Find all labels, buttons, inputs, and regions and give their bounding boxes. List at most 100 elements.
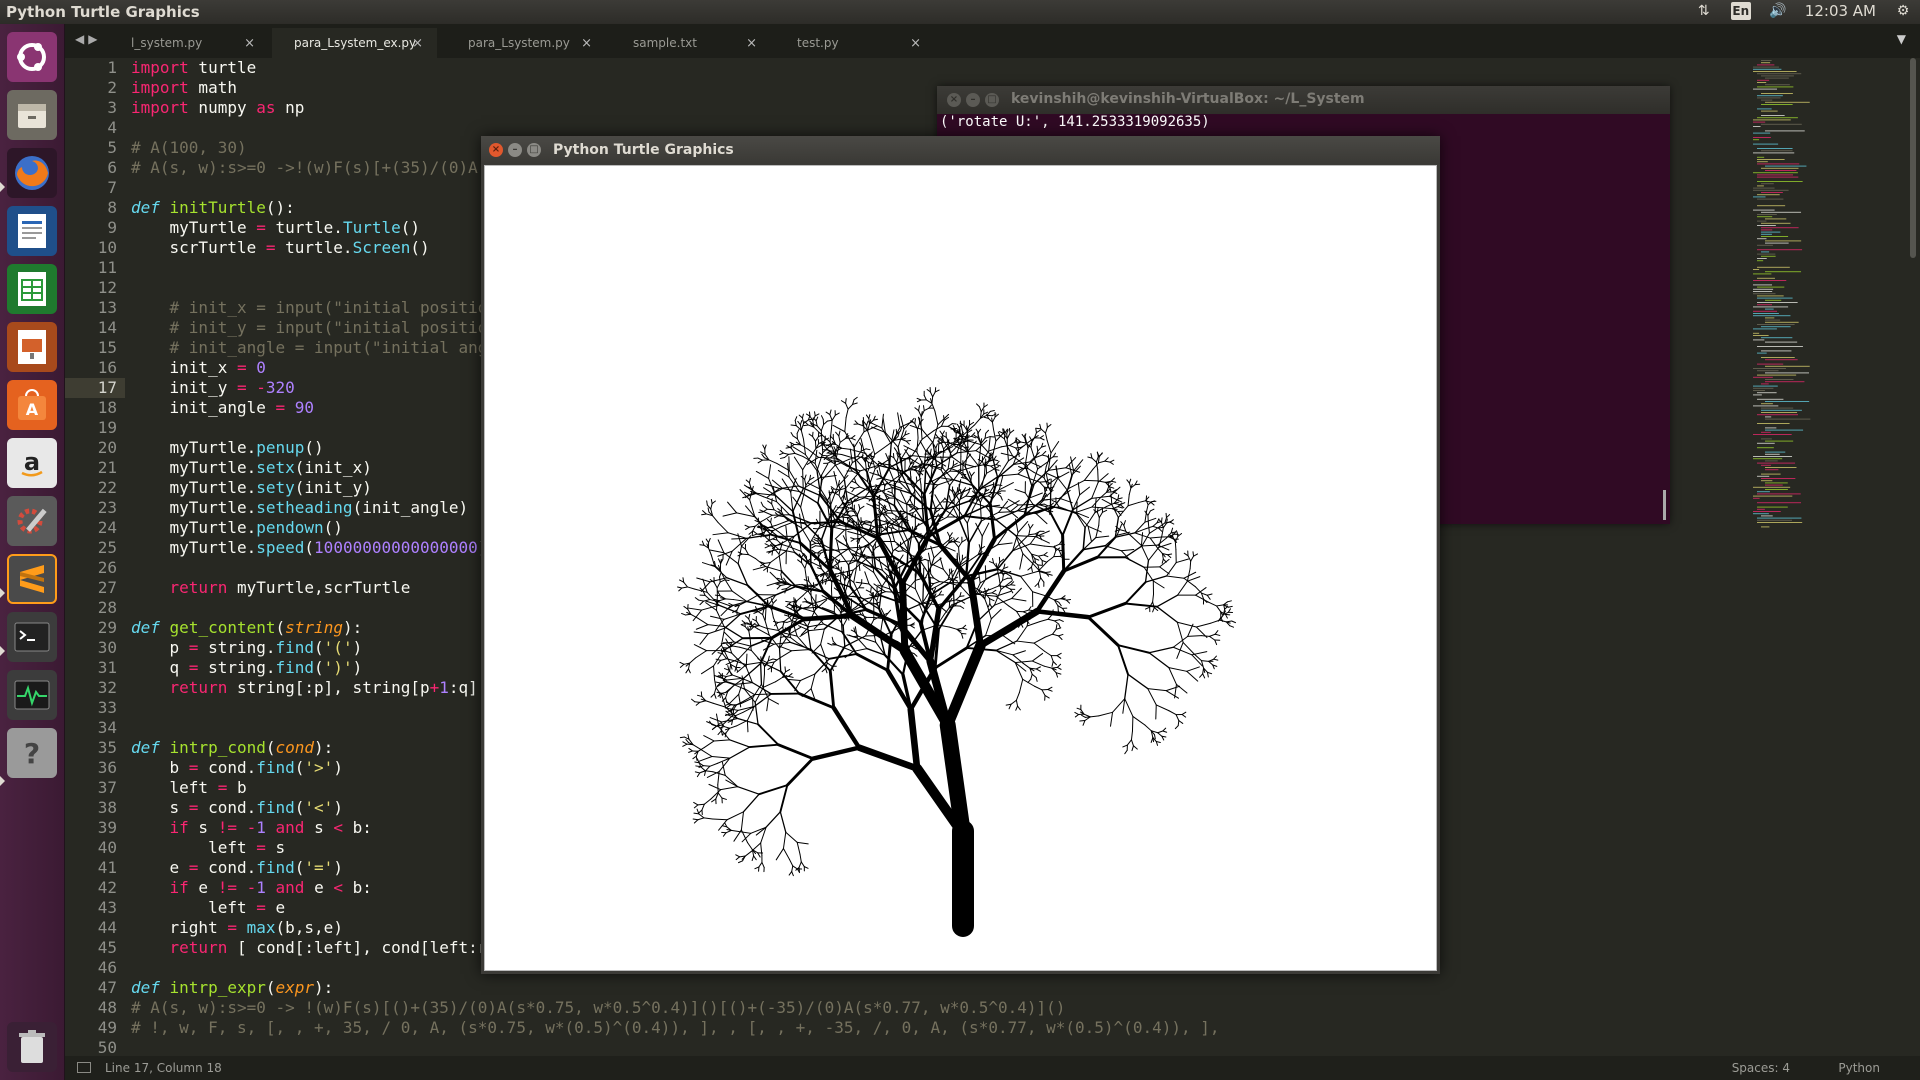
system-settings-icon[interactable]: [7, 496, 57, 546]
fractal-tree-drawing: [677, 387, 1237, 937]
turtle-window-titlebar[interactable]: × – □ Python Turtle Graphics: [481, 136, 1440, 164]
minimize-icon[interactable]: –: [966, 93, 980, 107]
libreoffice-impress-icon[interactable]: [7, 322, 57, 372]
turtle-canvas[interactable]: [484, 165, 1437, 971]
line-number: 44: [97, 918, 117, 937]
tab-para-lsystem[interactable]: para_Lsystem.py ×: [446, 28, 606, 58]
turtle-graphics-window[interactable]: × – □ Python Turtle Graphics: [481, 136, 1440, 974]
libreoffice-writer-icon[interactable]: [7, 206, 57, 256]
line-number: 6: [107, 158, 117, 177]
line-number: 24: [97, 518, 117, 537]
keyboard-layout-indicator[interactable]: En: [1730, 2, 1751, 20]
ubuntu-software-icon[interactable]: A: [7, 380, 57, 430]
code-line: # A(100, 30): [131, 138, 247, 157]
tab-label: sample.txt: [633, 36, 697, 50]
scrollbar[interactable]: [1663, 490, 1666, 520]
terminal-titlebar[interactable]: × – □ kevinshih@kevinshih-VirtualBox: ~/…: [937, 86, 1670, 114]
libreoffice-calc-icon[interactable]: [7, 264, 57, 314]
minimap[interactable]: [1750, 58, 1900, 538]
files-icon[interactable]: [7, 90, 57, 140]
line-number: 5: [107, 138, 117, 157]
close-icon[interactable]: ×: [244, 36, 255, 51]
close-icon[interactable]: ×: [489, 143, 503, 157]
system-monitor-icon[interactable]: [7, 670, 57, 720]
line-number: 22: [97, 478, 117, 497]
maximize-icon[interactable]: □: [527, 143, 541, 157]
line-number: 16: [97, 358, 117, 377]
firefox-icon[interactable]: [7, 148, 57, 198]
close-icon[interactable]: ×: [412, 36, 423, 51]
tab-bar: ◀▶ l_system.py × para_Lsystem_ex.py × pa…: [65, 24, 1920, 58]
code-line: myTurtle.setx(init_x): [131, 458, 372, 477]
code-line: e = cond.find('='): [131, 858, 343, 877]
line-number: 46: [97, 958, 117, 977]
line-number: 30: [97, 638, 117, 657]
help-icon[interactable]: ?: [7, 728, 57, 778]
code-line: if e != -1 and e < b:: [169, 878, 372, 897]
close-icon[interactable]: ×: [910, 36, 921, 51]
line-number: 26: [97, 558, 117, 577]
amazon-icon[interactable]: a: [7, 438, 57, 488]
tab-nav-arrows-icon[interactable]: ◀▶: [75, 32, 101, 46]
tab-label: l_system.py: [131, 36, 203, 50]
line-number: 19: [97, 418, 117, 437]
tab-l-system[interactable]: l_system.py ×: [109, 28, 269, 58]
indicator-area: ⇅ En 🔊 12:03 AM ⚙: [1695, 2, 1912, 20]
line-number: 20: [97, 438, 117, 457]
terminal-icon[interactable]: [7, 612, 57, 662]
line-number: 49: [97, 1018, 117, 1037]
panel-toggle-icon[interactable]: [77, 1062, 91, 1073]
ubuntu-dash-icon[interactable]: [7, 32, 57, 82]
status-bar: Line 17, Column 18 Spaces: 4 Python: [65, 1056, 1920, 1080]
volume-icon[interactable]: 🔊: [1769, 2, 1787, 20]
network-icon[interactable]: ⇅: [1695, 2, 1713, 20]
sublime-text-icon[interactable]: [7, 554, 57, 604]
close-icon[interactable]: ×: [746, 36, 757, 51]
line-number: 50: [97, 1038, 117, 1057]
line-number: 38: [97, 798, 117, 817]
code-line: return myTurtle,scrTurtle: [169, 578, 411, 597]
chevron-down-icon[interactable]: ▼: [1897, 32, 1906, 46]
line-number: 12: [97, 278, 117, 297]
scrollbar[interactable]: [1910, 58, 1916, 258]
running-indicator: [0, 646, 5, 656]
code-line: b = cond.find('>'): [131, 758, 343, 777]
gear-icon[interactable]: ⚙: [1894, 2, 1912, 20]
code-line: import math: [131, 78, 237, 97]
line-number-gutter: 1 2 3 4 5 6 7 8 9 10 11 12 13 14 15 16 17 18 19 20 21 22 23 24 2…: [65, 58, 125, 1057]
line-number: 33: [97, 698, 117, 717]
trash-icon[interactable]: [7, 1022, 57, 1072]
indentation-setting[interactable]: Spaces: 4: [1732, 1061, 1790, 1075]
line-number: 13: [97, 298, 117, 317]
line-number: 31: [97, 658, 117, 677]
line-number: 45: [97, 938, 117, 957]
line-number: 37: [97, 778, 117, 797]
code-line: init_y = -320: [131, 378, 295, 397]
line-number: 48: [97, 998, 117, 1017]
close-icon[interactable]: ×: [581, 36, 592, 51]
code-line: left = s: [131, 838, 286, 857]
code-line: import numpy as np: [131, 98, 305, 117]
code-line: myTurtle.speed(10000000000000000): [131, 538, 488, 557]
tab-sample-txt[interactable]: sample.txt ×: [611, 28, 771, 58]
terminal-title: kevinshih@kevinshih-VirtualBox: ~/L_Syst…: [1011, 91, 1365, 107]
tab-para-lsystem-ex[interactable]: para_Lsystem_ex.py ×: [272, 28, 437, 58]
maximize-icon[interactable]: □: [985, 93, 999, 107]
clock[interactable]: 12:03 AM: [1805, 2, 1876, 20]
tab-test-py[interactable]: test.py ×: [775, 28, 935, 58]
close-icon[interactable]: ×: [947, 93, 961, 107]
line-number: 3: [107, 98, 117, 117]
line-number: 23: [97, 498, 117, 517]
line-number: 18: [97, 398, 117, 417]
line-number: 1: [107, 58, 117, 77]
minimize-icon[interactable]: –: [508, 143, 522, 157]
line-number: 28: [97, 598, 117, 617]
code-line: left = b: [131, 778, 247, 797]
svg-text:a: a: [24, 448, 40, 476]
line-number: 34: [97, 718, 117, 737]
code-line: q = string.find(')'): [131, 658, 363, 677]
line-number: 21: [97, 458, 117, 477]
line-number: 15: [97, 338, 117, 357]
line-number: 4: [107, 118, 117, 137]
syntax-selector[interactable]: Python: [1838, 1061, 1880, 1075]
